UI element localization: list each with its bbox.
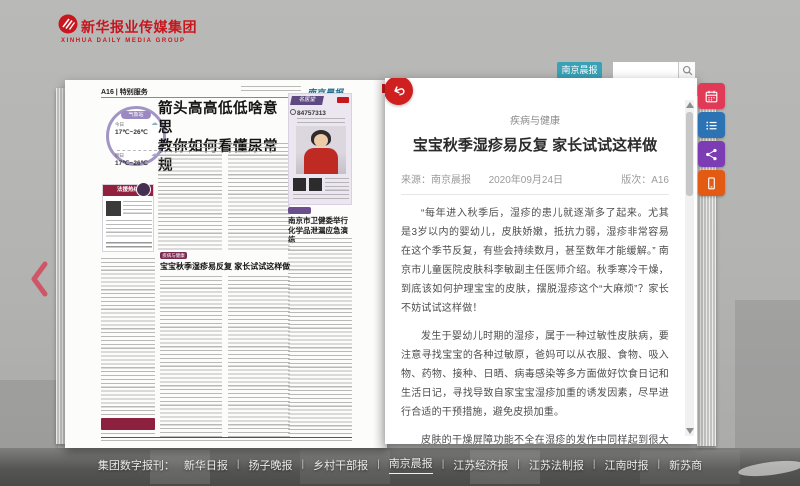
page-label: 版次： xyxy=(621,175,652,186)
footer-paper-xinhua-daily[interactable]: 新华日报 xyxy=(184,457,228,473)
article-text-column xyxy=(228,276,290,438)
article-title: 宝宝秋季湿疹易反复 家长试试这样做 xyxy=(412,137,658,154)
share-icon xyxy=(706,148,717,160)
sub-article-link[interactable]: 宝宝秋季湿疹易反复 家长试试这样做 xyxy=(160,261,292,272)
scroll-down-arrow[interactable] xyxy=(686,428,694,434)
qr-code xyxy=(309,178,322,191)
paper-switch-button[interactable]: 南京晨报 xyxy=(557,62,602,79)
weather-temp-today: 17℃~26℃ xyxy=(115,129,148,136)
back-button[interactable] xyxy=(385,78,413,105)
qr-code xyxy=(293,178,306,191)
ad-brand-ribbon: 名医堂 xyxy=(290,96,324,105)
separator: | xyxy=(441,459,445,470)
calendar-icon xyxy=(705,90,718,102)
newspaper-page: A16 | 特别服务 南京晨报 气象站 今日 ☁ 17℃~26℃ 明日 ☁ 17… xyxy=(65,80,387,448)
logo-mark-icon xyxy=(58,14,78,34)
ad-fineprint xyxy=(297,118,345,123)
site-logo[interactable]: 新华报业传媒集团 XINHUA DAILY MEDIA GROUP xyxy=(58,14,218,54)
article-text-column xyxy=(158,143,222,250)
logo-english-text: XINHUA DAILY MEDIA GROUP xyxy=(61,38,186,44)
search-button[interactable] xyxy=(678,62,695,78)
qr-code xyxy=(106,201,121,216)
article-text-column xyxy=(288,238,352,436)
ad-fineprint xyxy=(293,194,349,202)
footer-paper-jiangsu-legal[interactable]: 江苏法制报 xyxy=(529,457,584,473)
hotline-box: 法援热线 xyxy=(102,182,154,252)
article-text-column xyxy=(160,276,222,438)
article-paragraph: “每年进入秋季后，湿疹的患儿就逐渐多了起来。尤其是3岁以内的婴幼儿，皮肤娇嫩，抵… xyxy=(401,208,669,314)
footer-paper-jiangsu-economic[interactable]: 江苏经济报 xyxy=(453,457,508,473)
weather-temp-tomorrow: 17℃~26℃ xyxy=(115,160,148,167)
article-body: “每年进入秋季后，湿疹的患儿就逐渐多了起来。尤其是3岁以内的婴幼儿，皮肤娇嫩，抵… xyxy=(401,204,669,444)
separator: | xyxy=(657,459,661,470)
qa-text-column xyxy=(101,258,155,416)
list-icon xyxy=(706,121,717,129)
article-date: 2020年09月24日 xyxy=(488,175,564,186)
footer-paper-xinsushang[interactable]: 新苏商 xyxy=(669,457,702,473)
article-source: 南京晨报 xyxy=(431,175,471,186)
search-icon xyxy=(682,65,692,75)
cloud-icon: ☁ xyxy=(151,120,158,127)
weather-title: 气象站 xyxy=(121,111,151,119)
article-page: A16 xyxy=(651,175,669,186)
building-silhouette xyxy=(735,300,800,448)
logo-chinese-text: 新华报业传媒集团 xyxy=(81,19,197,35)
chevron-left-icon xyxy=(31,261,48,297)
article-category: 疾病与健康 xyxy=(510,116,560,127)
calendar-button[interactable] xyxy=(698,83,725,109)
mobile-icon xyxy=(708,176,715,189)
hotline-fineprint xyxy=(106,220,152,238)
cloud-icon: ☁ xyxy=(151,151,158,158)
footer-paper-yangtse-evening[interactable]: 扬子晚报 xyxy=(248,457,292,473)
prev-page-arrow[interactable] xyxy=(28,260,52,298)
footer-paper-nanjing-morning[interactable]: 南京晨报 xyxy=(388,455,433,474)
phone-icon xyxy=(290,109,296,115)
article-meta: 来源：南京晨报 2020年09月24日 版次：A16 xyxy=(401,171,669,186)
issue-list-button[interactable] xyxy=(698,112,725,138)
hotline-emblem xyxy=(136,182,151,197)
article-text-column xyxy=(228,143,290,250)
return-arrow-icon xyxy=(394,86,405,96)
mobile-button[interactable] xyxy=(698,170,725,196)
photo-sweater xyxy=(304,148,338,174)
footer-paper-nav: 集团数字报刊： 新华日报 | 扬子晚报 | 乡村干部报 | 南京晨报 | 江苏经… xyxy=(0,455,800,474)
footer-rule xyxy=(101,437,352,438)
panel-scrollbar xyxy=(685,100,694,436)
separator: | xyxy=(517,459,520,470)
news-brief-tag xyxy=(288,207,311,214)
separator: | xyxy=(301,459,305,470)
ad-intro-tag xyxy=(337,97,349,103)
ad-fineprint xyxy=(325,178,349,191)
footer-nav-label: 集团数字报刊： xyxy=(97,459,175,472)
doctor-column-card: 名医堂 84757313 xyxy=(288,93,352,205)
building-silhouette xyxy=(0,380,58,448)
article-paragraph: 发生于婴幼儿时期的湿疹，属于一种过敏性皮肤病，要注意寻找宝宝的各种过敏原，爸妈可… xyxy=(401,331,669,418)
footer-paper-jiangnan-times[interactable]: 江南时报 xyxy=(605,457,649,473)
weather-widget: 气象站 今日 ☁ 17℃~26℃ 明日 ☁ 17℃~26℃ xyxy=(106,106,166,167)
separator: | xyxy=(236,459,240,470)
scroll-up-arrow[interactable] xyxy=(686,102,694,108)
search-bar xyxy=(612,61,696,79)
scrollbar-thumb[interactable] xyxy=(686,112,693,196)
search-input[interactable] xyxy=(613,62,678,78)
newspaper-page-header: A16 | 特别服务 xyxy=(101,89,148,96)
separator: | xyxy=(592,459,596,470)
separator: | xyxy=(377,459,380,470)
footer-paper-rural-cadre[interactable]: 乡村干部报 xyxy=(313,457,368,473)
photo-face xyxy=(314,134,328,147)
article-panel: 疾病与健康 宝宝秋季湿疹易反复 家长试试这样做 来源：南京晨报 2020年09月… xyxy=(385,78,697,444)
doctor-photo xyxy=(296,126,346,174)
hotline-fineprint xyxy=(123,201,152,216)
qa-contact-banner xyxy=(101,418,155,430)
hotline-fineprint xyxy=(106,242,152,250)
share-button[interactable] xyxy=(698,141,725,167)
meta-divider xyxy=(401,194,669,195)
ad-phone-number: 84757313 xyxy=(297,110,326,117)
source-label: 来源： xyxy=(401,175,431,186)
page-footer-fineprint xyxy=(101,440,352,444)
sub-article-tag: 疾病与健康 xyxy=(160,252,187,259)
article-paragraph: 皮肤的干燥屏障功能不全在湿疹的发作中同样起到很大作用，所以干燥的秋冬湿疹发病率显… xyxy=(421,435,669,444)
